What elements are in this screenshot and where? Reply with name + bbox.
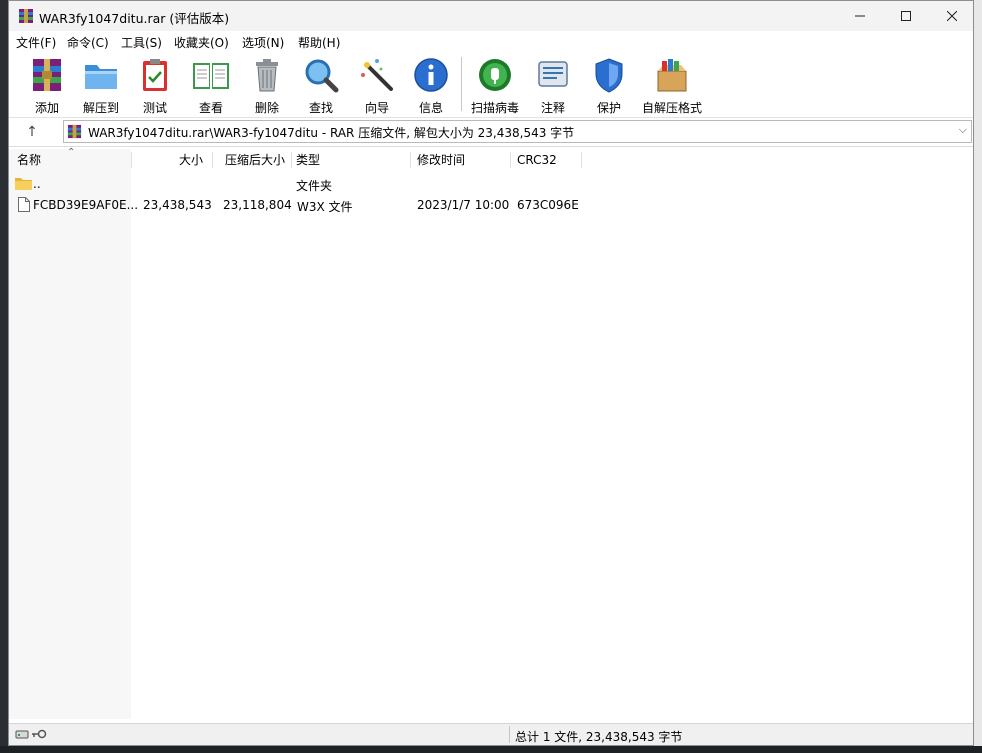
title-bar: WAR3fy1047ditu.rar (评估版本) — [9, 1, 973, 31]
test-button[interactable]: 测试 — [127, 55, 183, 115]
status-text: 总计 1 文件, 23,438,543 字节 — [515, 730, 683, 744]
shield-icon — [595, 58, 623, 93]
column-divider — [212, 152, 213, 168]
add-button[interactable]: 添加 — [19, 55, 75, 115]
drive-icon — [15, 730, 29, 739]
comment-button[interactable]: 注释 — [525, 55, 581, 115]
magnifier-icon — [305, 59, 339, 93]
menu-bar: 文件(F) 命令(C) 工具(S) 收藏夹(O) 选项(N) 帮助(H) — [9, 31, 973, 51]
up-folder-button[interactable]: ↑ — [21, 121, 43, 143]
view-label: 查看 — [198, 101, 223, 115]
toolbar: 添加 解压到 测试 查看 删除 查找 向导 信息 扫描病毒 注释 保护 自解压格… — [9, 51, 973, 118]
column-header-packed[interactable]: 压缩后大小 — [225, 149, 285, 171]
column-divider — [581, 152, 582, 168]
file-icon — [18, 197, 30, 212]
status-bar: 总计 1 文件, 23,438,543 字节 — [9, 723, 973, 745]
maximize-button[interactable] — [883, 1, 929, 31]
menu-commands[interactable]: 命令(C) — [67, 34, 109, 51]
virus-scan-button[interactable]: 扫描病毒 — [467, 55, 523, 115]
column-header-crc[interactable]: CRC32 — [517, 149, 557, 171]
close-icon — [947, 11, 957, 21]
folder-extract-icon — [85, 65, 117, 89]
minimize-button[interactable] — [837, 1, 883, 31]
row-packed: 23,118,804 — [223, 198, 292, 212]
menu-favorites[interactable]: 收藏夹(O) — [174, 34, 229, 51]
menu-file[interactable]: 文件(F) — [16, 34, 56, 51]
minimize-icon — [855, 15, 865, 17]
column-divider — [510, 152, 511, 168]
rar-file-icon — [67, 124, 82, 139]
row-crc: 673C096E — [517, 198, 579, 212]
sfx-button[interactable]: 自解压格式 — [637, 55, 707, 115]
menu-help[interactable]: 帮助(H) — [298, 34, 340, 51]
protect-button[interactable]: 保护 — [581, 55, 637, 115]
view-button[interactable]: 查看 — [183, 55, 239, 115]
virus-scan-label: 扫描病毒 — [470, 101, 519, 115]
add-archive-icon — [33, 59, 61, 91]
row-size: 23,438,543 — [143, 198, 212, 212]
column-divider — [291, 152, 292, 168]
window-title: WAR3fy1047ditu.rar (评估版本) — [39, 11, 230, 26]
winrar-window: WAR3fy1047ditu.rar (评估版本) 文件(F) 命令(C) 工具… — [8, 0, 974, 746]
maximize-icon — [901, 11, 911, 21]
desktop-background-right — [974, 0, 982, 753]
winrar-app-icon — [19, 9, 33, 23]
trash-icon — [256, 59, 278, 92]
comment-label: 注释 — [540, 101, 565, 115]
sfx-box-icon — [657, 59, 687, 92]
row-name: FCBD39E9AF0E... — [33, 198, 139, 212]
comment-icon — [538, 61, 568, 87]
delete-button[interactable]: 删除 — [239, 55, 295, 115]
path-text: WAR3fy1047ditu.rar\WAR3-fy1047ditu - RAR… — [88, 126, 575, 140]
column-header-type[interactable]: 类型 — [296, 149, 320, 171]
row-name: .. — [33, 177, 41, 191]
protect-label: 保护 — [596, 101, 621, 115]
menu-options[interactable]: 选项(N) — [242, 34, 284, 51]
sort-ascending-icon: ⌃ — [67, 147, 76, 158]
chevron-down-icon[interactable]: ⌵ — [959, 123, 967, 137]
menu-tools[interactable]: 工具(S) — [121, 34, 162, 51]
extract-to-button[interactable]: 解压到 — [73, 55, 129, 115]
test-clipboard-icon — [143, 59, 167, 91]
info-label: 信息 — [418, 101, 443, 115]
address-bar: ↑ WAR3fy1047ditu.rar\WAR3-fy1047ditu - R… — [9, 118, 973, 147]
row-type: W3X 文件 — [297, 200, 353, 214]
find-button[interactable]: 查找 — [293, 55, 349, 115]
info-icon — [414, 58, 448, 92]
column-divider — [410, 152, 411, 168]
wizard-button[interactable]: 向导 — [349, 55, 405, 115]
desktop-background — [0, 0, 8, 753]
wizard-label: 向导 — [364, 101, 389, 115]
column-header-modified[interactable]: 修改时间 — [417, 149, 465, 171]
file-list: 名称 ⌃ 大小 压缩后大小 类型 修改时间 CRC32 .. 文件夹 FCBD3… — [9, 147, 973, 719]
extract-to-label: 解压到 — [82, 101, 119, 115]
book-view-icon — [193, 63, 229, 89]
toolbar-separator — [461, 57, 462, 111]
name-column-background — [9, 149, 131, 719]
arrow-up-icon: ↑ — [26, 124, 38, 140]
key-icon — [32, 729, 47, 739]
info-button[interactable]: 信息 — [403, 55, 459, 115]
delete-label: 删除 — [254, 101, 279, 115]
add-label: 添加 — [34, 101, 59, 115]
test-label: 测试 — [142, 101, 167, 115]
row-modified: 2023/1/7 10:00 — [417, 198, 510, 212]
column-header-size[interactable]: 大小 — [179, 149, 203, 171]
path-field[interactable]: WAR3fy1047ditu.rar\WAR3-fy1047ditu - RAR… — [63, 120, 972, 143]
row-type: 文件夹 — [296, 179, 333, 193]
status-divider — [509, 726, 510, 743]
folder-icon — [15, 178, 32, 190]
column-divider — [131, 152, 132, 168]
virus-scan-icon — [479, 59, 511, 91]
find-label: 查找 — [308, 101, 333, 115]
desktop-background-bottom — [0, 746, 982, 753]
magic-wand-icon — [361, 59, 393, 91]
close-button[interactable] — [929, 1, 973, 31]
column-header-name[interactable]: 名称 — [17, 149, 41, 171]
sfx-label: 自解压格式 — [641, 101, 702, 115]
